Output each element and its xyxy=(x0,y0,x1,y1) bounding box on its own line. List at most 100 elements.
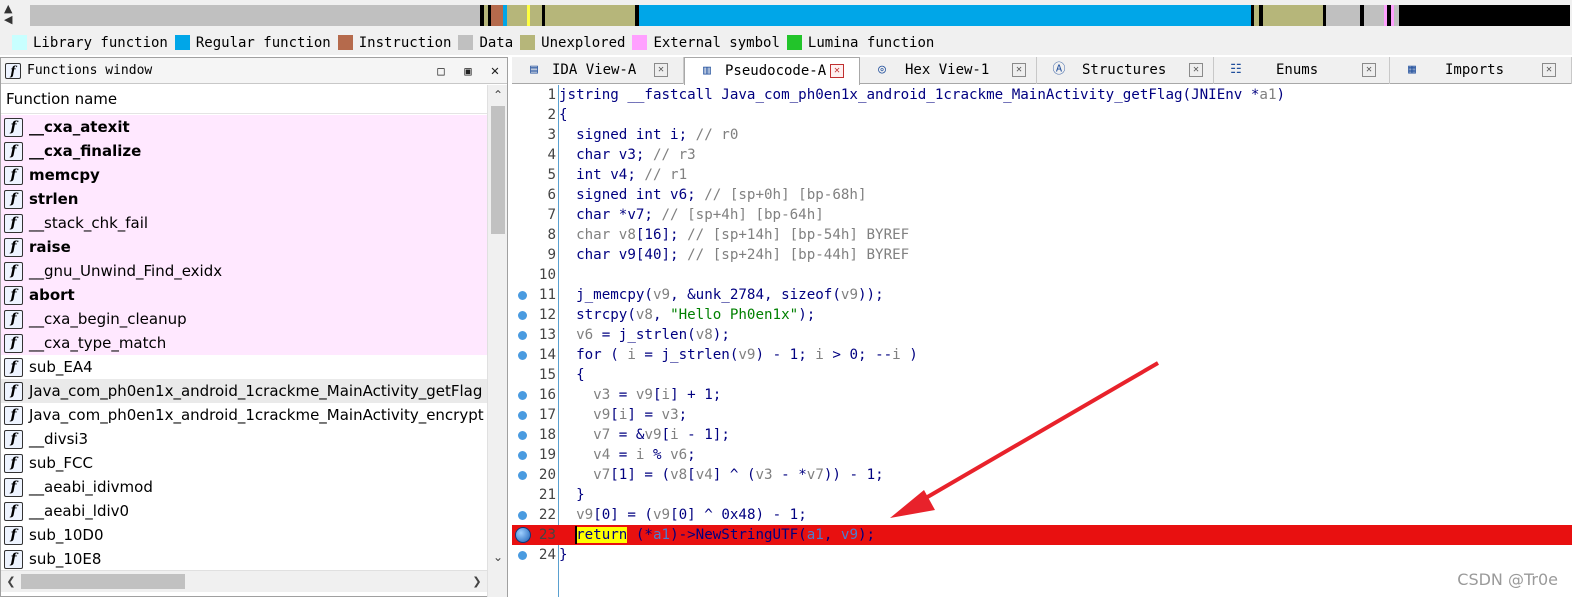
function-list-item[interactable]: f Java_com_ph0en1x_android_1crackme_MainA… xyxy=(1,403,487,427)
function-list-item[interactable]: f __cxa_type_match xyxy=(1,331,487,355)
function-name: __stack_chk_fail xyxy=(29,214,149,232)
functions-vertical-scrollbar[interactable]: ⌃ ⌄ xyxy=(487,85,507,597)
float-icon[interactable]: ▣ xyxy=(459,62,477,80)
code-text: } xyxy=(559,485,585,505)
function-list-item[interactable]: f __divsi3 xyxy=(1,427,487,451)
scroll-right-arrow-icon[interactable]: ❯ xyxy=(467,571,487,592)
current-breakpoint-icon[interactable] xyxy=(515,527,531,543)
function-list-item[interactable]: f memcpy xyxy=(1,163,487,187)
close-icon[interactable]: ✕ xyxy=(486,62,504,80)
function-list-item[interactable]: f __cxa_atexit xyxy=(1,115,487,139)
nav-scroll-arrows[interactable]: ▲ ◀ xyxy=(4,3,28,27)
functions-window-titlebar: f Functions window □ ▣ ✕ xyxy=(1,58,507,84)
breakpoint-dot-icon[interactable] xyxy=(518,311,527,320)
function-list-item[interactable]: f strlen xyxy=(1,187,487,211)
code-token: v4 xyxy=(593,447,611,463)
code-token: char v8 xyxy=(559,227,636,243)
function-list-item[interactable]: f __gnu_Unwind_Find_exidx xyxy=(1,259,487,283)
code-line[interactable]: 1 jstring __fastcall Java_com_ph0en1x_and… xyxy=(512,85,1572,105)
code-line[interactable]: 2{ xyxy=(512,105,1572,125)
view-tab-bar: ▤ IDA View-A ✕ ▥ Pseudocode-A ✕ ◎ Hex View-1 ✕ Ⓐ S… xyxy=(512,57,1572,85)
function-list-item[interactable]: f sub_10D0 xyxy=(1,523,487,547)
code-line[interactable]: 17 v9[i] = v3; xyxy=(512,405,1572,425)
function-list-item[interactable]: f __aeabi_ldiv0 xyxy=(1,499,487,523)
breakpoint-dot-icon[interactable] xyxy=(518,291,527,300)
function-list-item[interactable]: f abort xyxy=(1,283,487,307)
tab-close-icon[interactable]: ✕ xyxy=(830,64,844,78)
code-line[interactable]: 7 char *v7; // [sp+4h] [bp-64h] xyxy=(512,205,1572,225)
code-line[interactable]: 12 strcpy(v8, "Hello Ph0en1x"); xyxy=(512,305,1572,325)
code-line[interactable]: 10 xyxy=(512,265,1572,285)
breakpoint-dot-icon[interactable] xyxy=(518,471,527,480)
code-line[interactable]: 23 return (*a1)->NewStringUTF(a1, v9); xyxy=(512,525,1572,545)
breakpoint-dot-icon[interactable] xyxy=(518,411,527,420)
code-line[interactable]: 8 char v8[16]; // [sp+14h] [bp-54h] BYRE… xyxy=(512,225,1572,245)
code-line[interactable]: 6 signed int v6; // [sp+0h] [bp-68h] xyxy=(512,185,1572,205)
code-line[interactable]: 4 char v3; // r3 xyxy=(512,145,1572,165)
tab-ida-view-a[interactable]: ▤ IDA View-A ✕ xyxy=(512,57,684,84)
scroll-up-arrow-icon[interactable]: ⌃ xyxy=(488,85,508,105)
restore-icon[interactable]: □ xyxy=(432,62,450,80)
code-line[interactable]: 16 v3 = v9[i] + 1; xyxy=(512,385,1572,405)
code-token: i xyxy=(661,387,671,403)
breakpoint-dot-icon[interactable] xyxy=(518,551,527,560)
code-line[interactable]: 9 char v9[40]; // [sp+24h] [bp-44h] BYRE… xyxy=(512,245,1572,265)
function-list-item[interactable]: f raise xyxy=(1,235,487,259)
code-line[interactable]: 15 { xyxy=(512,365,1572,385)
breakpoint-dot-icon[interactable] xyxy=(518,391,527,400)
breakpoint-dot-icon[interactable] xyxy=(518,331,527,340)
function-list-item[interactable]: f __cxa_finalize xyxy=(1,139,487,163)
code-text: for ( i = j_strlen(v9) - 1; i > 0; --i ) xyxy=(559,345,918,365)
code-line[interactable]: 21 } xyxy=(512,485,1572,505)
breakpoint-dot-icon[interactable] xyxy=(518,351,527,360)
vertical-scroll-thumb[interactable] xyxy=(491,106,505,234)
function-list-item[interactable]: f sub_FCC xyxy=(1,451,487,475)
code-line[interactable]: 22 v9[0] = (v9[0] ^ 0x48) - 1; xyxy=(512,505,1572,525)
tab-close-icon[interactable]: ✕ xyxy=(1012,63,1026,77)
function-list-item[interactable]: f __stack_chk_fail xyxy=(1,211,487,235)
code-line[interactable]: 24} xyxy=(512,545,1572,565)
tab-enums[interactable]: ☷ Enums ✕ xyxy=(1214,57,1390,84)
code-token: signed int v6; xyxy=(559,187,705,203)
code-text: v7[1] = (v8[v4] ^ (v3 - *v7)) - 1; xyxy=(559,465,884,485)
code-line[interactable]: 18 v7 = &v9[i - 1]; xyxy=(512,425,1572,445)
tab-hex-view-1[interactable]: ◎ Hex View-1 ✕ xyxy=(860,57,1037,84)
tab-close-icon[interactable]: ✕ xyxy=(1542,63,1556,77)
code-token: j_memcpy( xyxy=(559,287,653,303)
scroll-left-arrow-icon[interactable]: ❮ xyxy=(1,571,21,592)
code-token: , &unk_2784, sizeof( xyxy=(670,287,841,303)
scroll-down-arrow-icon[interactable]: ⌄ xyxy=(488,547,508,567)
breakpoint-dot-icon[interactable] xyxy=(518,431,527,440)
code-token: ); xyxy=(858,527,876,543)
tab-close-icon[interactable]: ✕ xyxy=(1189,63,1203,77)
function-list-item[interactable]: f __cxa_begin_cleanup xyxy=(1,307,487,331)
code-token: for ( xyxy=(559,347,628,363)
code-line[interactable]: 13 v6 = j_strlen(v8); xyxy=(512,325,1572,345)
function-list-item[interactable]: f sub_EA4 xyxy=(1,355,487,379)
functions-horizontal-scrollbar[interactable]: ❮ ❯ xyxy=(1,570,487,592)
horizontal-scroll-thumb[interactable] xyxy=(21,574,185,589)
tab-imports[interactable]: ▦ Imports ✕ xyxy=(1390,57,1572,84)
code-line[interactable]: 3 signed int i; // r0 xyxy=(512,125,1572,145)
pseudocode-view[interactable]: 1 jstring __fastcall Java_com_ph0en1x_and… xyxy=(512,85,1572,597)
function-list-item[interactable]: f Java_com_ph0en1x_android_1crackme_MainA… xyxy=(1,379,487,403)
tab-structures[interactable]: Ⓐ Structures ✕ xyxy=(1037,57,1214,84)
code-line[interactable]: 5 int v4; // r1 xyxy=(512,165,1572,185)
navigation-bar[interactable] xyxy=(30,5,1570,26)
code-line[interactable]: 19 v4 = i % v6; xyxy=(512,445,1572,465)
code-line[interactable]: 14 for ( i = j_strlen(v9) - 1; i > 0; --… xyxy=(512,345,1572,365)
tab-close-icon[interactable]: ✕ xyxy=(654,63,668,77)
function-list-item[interactable]: f __aeabi_idivmod xyxy=(1,475,487,499)
tab-close-icon[interactable]: ✕ xyxy=(1362,63,1376,77)
function-icon: f xyxy=(4,357,23,377)
column-header-function-name[interactable]: Function name xyxy=(1,85,487,114)
code-line[interactable]: 20 v7[1] = (v8[v4] ^ (v3 - *v7)) - 1; xyxy=(512,465,1572,485)
code-line[interactable]: 11 j_memcpy(v9, &unk_2784, sizeof(v9)); xyxy=(512,285,1572,305)
breakpoint-dot-icon[interactable] xyxy=(518,451,527,460)
tab-pseudocode-a[interactable]: ▥ Pseudocode-A ✕ xyxy=(684,57,860,85)
legend-item: Instruction xyxy=(337,35,451,51)
function-list-item[interactable]: f sub_10E8 xyxy=(1,547,487,570)
function-name: __cxa_begin_cleanup xyxy=(29,310,187,328)
line-number: 19 xyxy=(538,447,556,463)
breakpoint-dot-icon[interactable] xyxy=(518,511,527,520)
